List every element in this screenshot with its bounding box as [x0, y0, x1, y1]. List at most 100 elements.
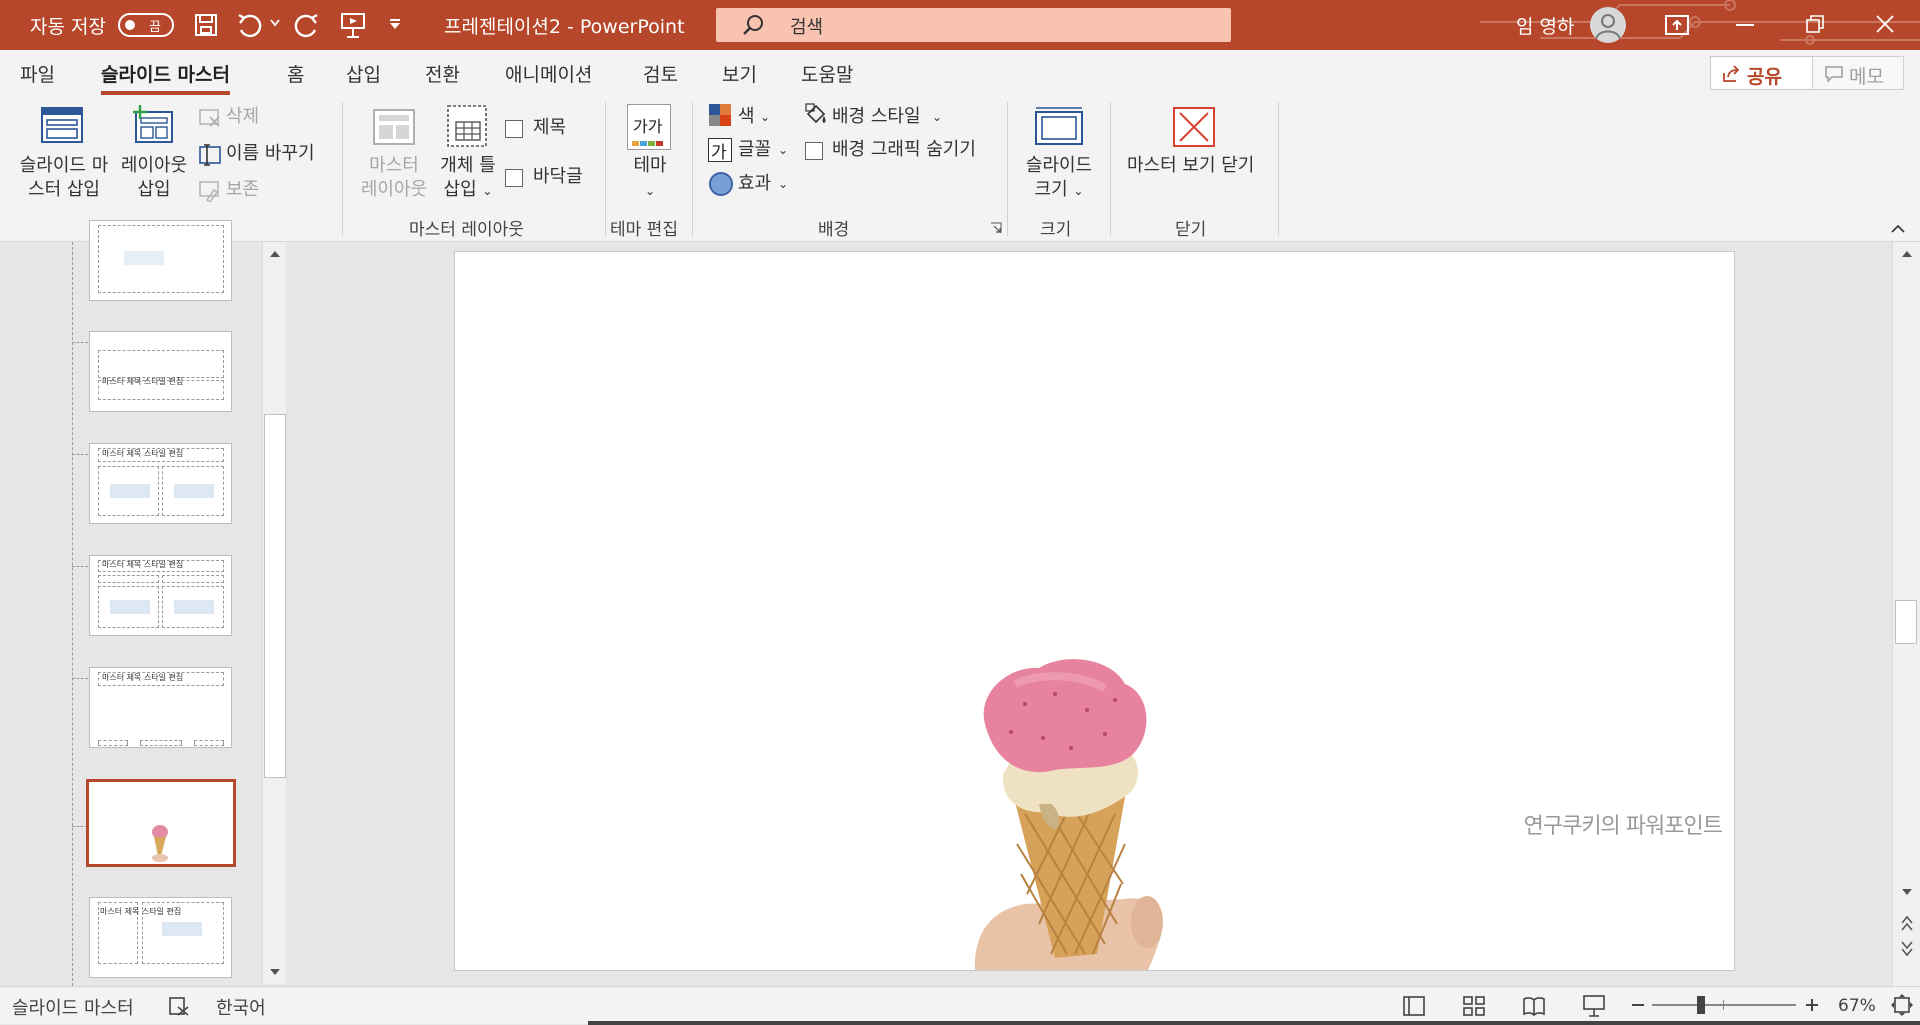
scrollbar-thumb[interactable]	[1895, 600, 1917, 644]
scroll-down-icon[interactable]	[269, 968, 281, 976]
tab-file[interactable]: 파일	[20, 60, 55, 87]
thumbnail-title: 마스터 제목 스타일 편집	[102, 560, 184, 569]
tab-transitions[interactable]: 전환	[425, 60, 460, 87]
layout-thumbnail[interactable]: 마스터 제목 스타일 편집	[89, 555, 232, 636]
memo-label: 메모	[1849, 66, 1884, 88]
tab-view[interactable]: 보기	[722, 60, 757, 87]
footer-checkbox[interactable]	[505, 169, 523, 187]
hide-background-graphics-label: 배경 그래픽 숨기기	[832, 139, 976, 160]
footer-checkbox-label: 바닥글	[533, 166, 583, 187]
normal-view-icon[interactable]	[1402, 995, 1426, 1017]
theme-button[interactable]: 테마 ⌄	[624, 154, 676, 203]
user-name: 임 영하	[1516, 16, 1575, 38]
editor-vertical-scrollbar[interactable]	[1892, 242, 1920, 986]
layout-thumbnail[interactable]	[89, 220, 232, 301]
collapse-ribbon-icon[interactable]	[1890, 224, 1906, 234]
thumbnail-placeholder	[140, 740, 182, 746]
dialog-launcher-icon[interactable]	[990, 222, 1002, 234]
tab-slide-master[interactable]: 슬라이드 마스터	[101, 60, 230, 95]
chevron-down-icon[interactable]: ⌄	[778, 138, 788, 162]
colors-button[interactable]: 색	[738, 105, 755, 129]
redo-icon[interactable]	[294, 12, 320, 38]
fonts-button[interactable]: 글꼴	[738, 138, 771, 162]
thumbnail-placeholder	[98, 350, 224, 378]
thumbnail-graphic	[174, 484, 214, 498]
zoom-slider[interactable]	[1652, 996, 1796, 1014]
scroll-down-icon[interactable]	[1901, 888, 1913, 896]
layout-thumbnail[interactable]: 마스터 제목 스타일 편집	[89, 667, 232, 748]
slide-sorter-icon[interactable]	[1462, 995, 1486, 1017]
customize-qat-icon[interactable]	[388, 17, 402, 31]
scroll-up-icon[interactable]	[269, 250, 281, 258]
theme-swatch	[640, 141, 647, 146]
zoom-center-tick	[1723, 1000, 1724, 1010]
layout-thumbnail[interactable]: 마스터 제목 스타일 편집	[89, 897, 232, 978]
group-label-background: 배경	[818, 220, 850, 240]
next-slide-icon[interactable]	[1901, 940, 1913, 956]
undo-dropdown-icon[interactable]	[270, 19, 280, 27]
zoom-slider-thumb[interactable]	[1697, 996, 1705, 1014]
slide-size-button[interactable]: 슬라이드 크기 ⌄	[1018, 154, 1100, 203]
delete-button[interactable]: 삭제	[226, 105, 259, 129]
save-icon[interactable]	[194, 13, 218, 37]
document-title: 프레젠테이션2 - PowerPoint	[444, 16, 685, 38]
accessibility-check-icon[interactable]	[168, 995, 190, 1017]
slide-size-line1: 슬라이드	[1025, 155, 1093, 176]
slide-canvas[interactable]: 연구쿠키의 파워포인트	[454, 251, 1735, 971]
close-master-view-button[interactable]: 마스터 보기 닫기	[1127, 154, 1254, 178]
insert-layout-line2: 삽입	[137, 179, 171, 200]
scrollbar-thumb[interactable]	[264, 414, 286, 778]
insert-layout-icon	[133, 105, 173, 143]
restore-icon[interactable]	[1806, 15, 1824, 33]
rename-icon	[199, 144, 221, 166]
undo-icon[interactable]	[236, 12, 262, 38]
tree-branch	[72, 566, 88, 567]
layout-thumbnail[interactable]: 마스터 제목 스타일 편집	[89, 443, 232, 524]
insert-layout-button[interactable]: 레이아웃 삽입	[118, 154, 190, 202]
slide-show-icon[interactable]	[1582, 994, 1606, 1018]
scroll-up-icon[interactable]	[1901, 250, 1913, 258]
tab-help[interactable]: 도움말	[801, 60, 853, 87]
thumbnail-placeholder	[162, 575, 224, 583]
fit-to-window-icon[interactable]	[1890, 993, 1914, 1017]
thumbnail-scrollbar[interactable]	[262, 242, 286, 984]
insert-slide-master-button[interactable]: 슬라이드 마 스터 삽입	[14, 154, 114, 202]
comments-button[interactable]: 메모	[1812, 56, 1904, 90]
share-button[interactable]: 공유	[1710, 56, 1816, 90]
tab-animations[interactable]: 애니메이션	[505, 60, 592, 87]
presentation-start-icon[interactable]	[340, 11, 366, 39]
layout-thumbnail-selected[interactable]	[86, 779, 236, 867]
chevron-down-icon[interactable]: ⌄	[778, 172, 788, 196]
view-name: 슬라이드 마스터	[12, 998, 134, 1019]
language-indicator[interactable]: 한국어	[216, 994, 266, 1020]
insert-placeholder-button[interactable]: 개체 틀 삽입 ⌄	[436, 154, 500, 203]
rename-button[interactable]: 이름 바꾸기	[226, 142, 315, 166]
group-divider	[342, 102, 343, 236]
previous-slide-icon[interactable]	[1901, 916, 1913, 932]
ribbon-display-options-icon[interactable]	[1664, 14, 1690, 36]
hide-background-graphics-checkbox[interactable]	[805, 142, 823, 160]
zoom-in-icon[interactable]	[1806, 999, 1818, 1011]
zoom-out-icon[interactable]	[1632, 1004, 1644, 1006]
person-icon	[1595, 14, 1621, 40]
tab-review[interactable]: 검토	[643, 60, 678, 87]
avatar[interactable]	[1590, 7, 1626, 43]
ice-cream-image[interactable]	[955, 654, 1195, 971]
chevron-down-icon[interactable]: ⌄	[932, 105, 942, 129]
master-layout-button[interactable]: 마스터 레이아웃	[356, 154, 432, 202]
layout-thumbnail[interactable]: 마스터 제목 스타일 편집	[89, 331, 232, 412]
close-icon[interactable]	[1876, 15, 1894, 33]
minimize-icon[interactable]	[1736, 24, 1754, 26]
autosave-toggle[interactable]: 끔	[118, 13, 174, 37]
effects-button[interactable]: 효과	[738, 172, 771, 196]
zoom-level[interactable]: 67%	[1838, 996, 1876, 1016]
preserve-button[interactable]: 보존	[226, 178, 259, 202]
chevron-down-icon[interactable]: ⌄	[760, 105, 770, 129]
tab-home[interactable]: 홈	[287, 60, 304, 87]
title-checkbox[interactable]	[505, 120, 523, 138]
search-box[interactable]: 검색	[716, 8, 1231, 42]
background-styles-button[interactable]: 배경 스타일	[832, 105, 921, 129]
reading-view-icon[interactable]	[1522, 995, 1546, 1017]
tab-insert[interactable]: 삽입	[346, 60, 381, 87]
status-bar: 슬라이드 마스터 한국어 67%	[0, 986, 1920, 1025]
